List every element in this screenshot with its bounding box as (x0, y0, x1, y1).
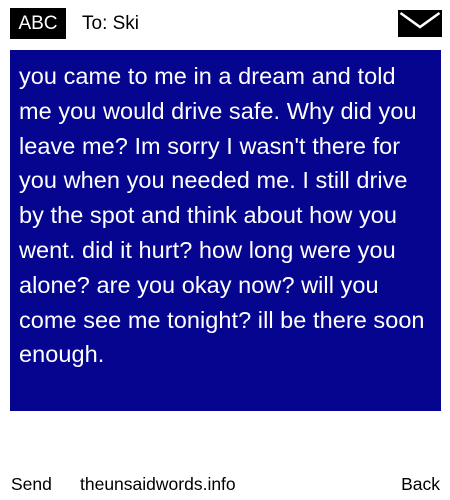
site-link[interactable]: theunsaidwords.info (80, 470, 236, 498)
message-header: ABC To: Ski (0, 0, 450, 44)
recipient-label: To: Ski (82, 13, 140, 34)
send-button[interactable]: Send (11, 470, 52, 498)
input-mode-badge[interactable]: ABC (10, 8, 66, 39)
envelope-icon (398, 10, 442, 37)
message-body[interactable]: you came to me in a dream and told me yo… (10, 50, 441, 411)
back-button[interactable]: Back (401, 470, 440, 498)
softkey-bar: Send theunsaidwords.info Back (0, 470, 450, 498)
